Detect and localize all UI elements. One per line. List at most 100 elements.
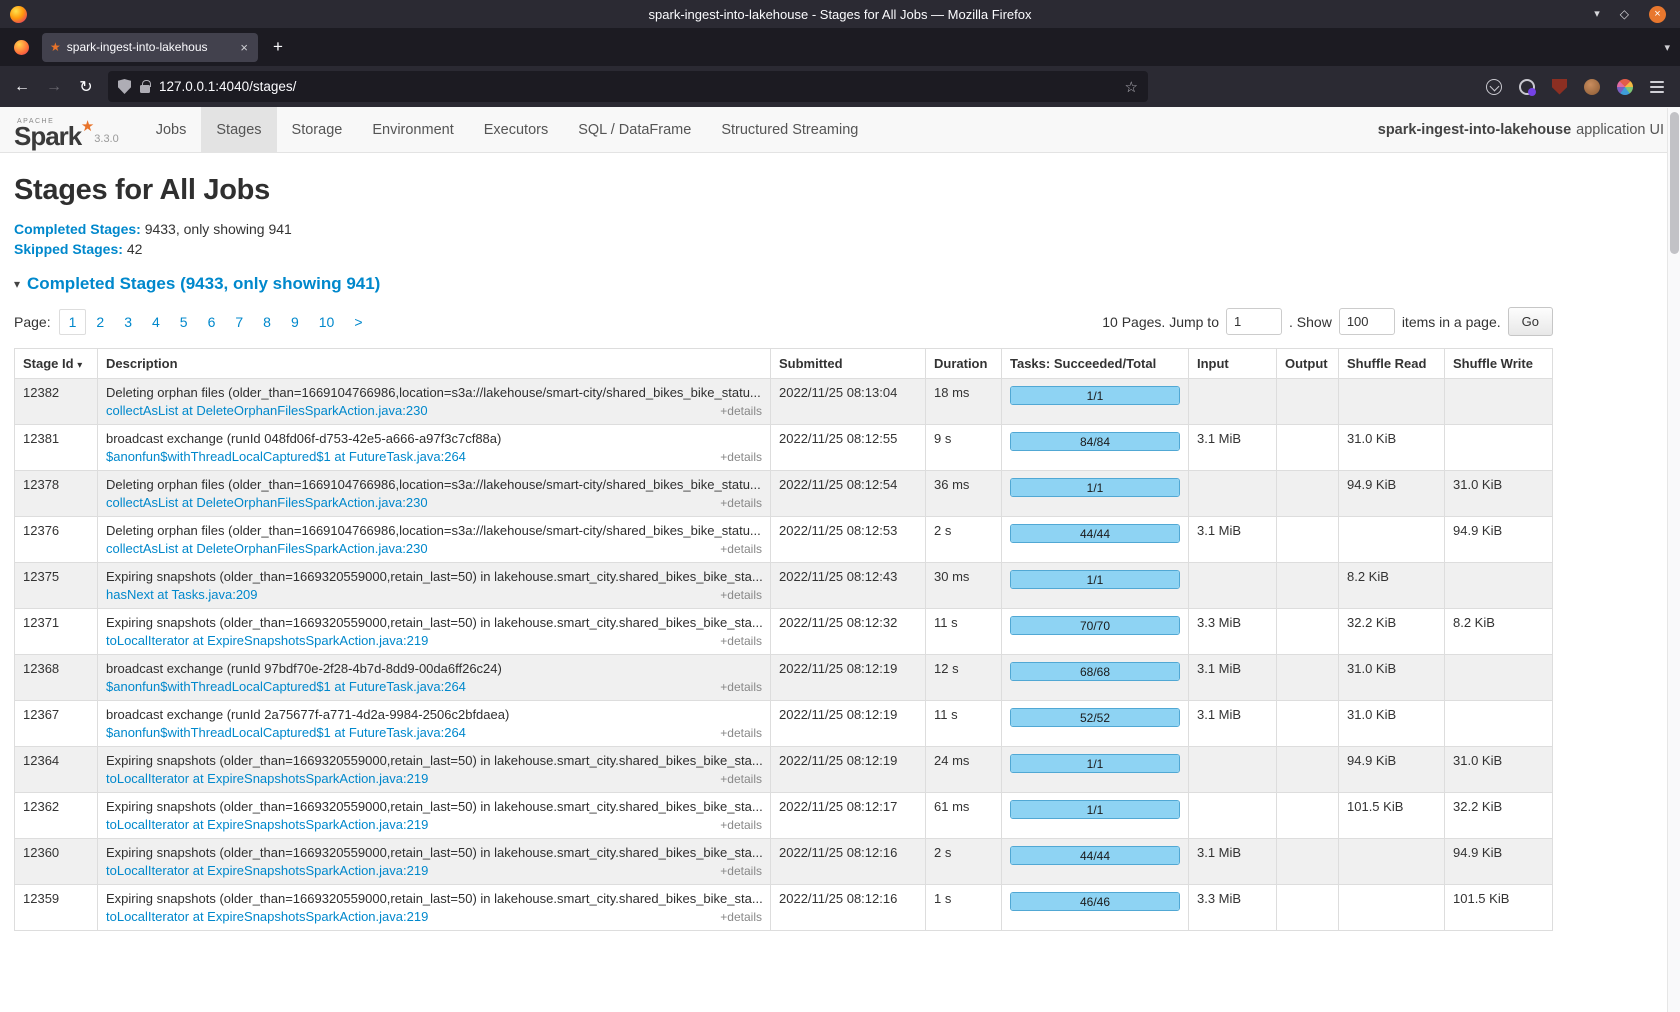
window-minimize-button[interactable]: ▾ xyxy=(1594,9,1600,20)
forward-button[interactable]: → xyxy=(38,72,70,102)
task-progress-bar: 44/44 xyxy=(1010,846,1180,865)
shuffle-write-cell: 101.5 KiB xyxy=(1445,885,1553,931)
bookmark-star-icon[interactable]: ☆ xyxy=(1125,78,1138,96)
page-number-6[interactable]: 6 xyxy=(198,309,226,335)
completed-stages-section-toggle[interactable]: ▾ Completed Stages (9433, only showing 9… xyxy=(14,274,1666,294)
duration-cell: 1 s xyxy=(926,885,1002,931)
stage-callsite-link[interactable]: collectAsList at DeleteOrphanFilesSparkA… xyxy=(106,403,428,418)
stage-callsite-link[interactable]: toLocalIterator at ExpireSnapshotsSparkA… xyxy=(106,909,428,924)
header-duration[interactable]: Duration xyxy=(926,349,1002,379)
items-per-page-input[interactable] xyxy=(1339,308,1395,335)
scrollbar-thumb[interactable] xyxy=(1670,112,1679,254)
completed-stages-link[interactable]: Completed Stages: xyxy=(14,221,141,237)
stage-callsite-link[interactable]: toLocalIterator at ExpireSnapshotsSparkA… xyxy=(106,771,428,786)
ublock-shield-icon[interactable] xyxy=(1552,79,1567,95)
account-icon[interactable] xyxy=(1519,79,1535,95)
stage-callsite-link[interactable]: $anonfun$withThreadLocalCaptured$1 at Fu… xyxy=(106,449,466,464)
details-toggle[interactable]: +details xyxy=(720,450,762,464)
browser-tab[interactable]: ★ spark-ingest-into-lakehous × xyxy=(42,33,258,62)
skipped-stages-link[interactable]: Skipped Stages: xyxy=(14,241,123,257)
details-toggle[interactable]: +details xyxy=(720,864,762,878)
details-toggle[interactable]: +details xyxy=(720,542,762,556)
spark-logo[interactable]: APACHE Spark ★ 3.3.0 xyxy=(0,107,141,152)
header-description[interactable]: Description xyxy=(98,349,771,379)
tasks-cell: 52/52 xyxy=(1002,701,1189,747)
page-number-1[interactable]: 1 xyxy=(59,309,87,335)
page-number-8[interactable]: 8 xyxy=(253,309,281,335)
nav-tab-jobs[interactable]: Jobs xyxy=(141,107,202,152)
stage-callsite-link[interactable]: hasNext at Tasks.java:209 xyxy=(106,587,258,602)
stage-callsite-link[interactable]: collectAsList at DeleteOrphanFilesSparkA… xyxy=(106,541,428,556)
details-toggle[interactable]: +details xyxy=(720,588,762,602)
extension-pinwheel-icon[interactable] xyxy=(1617,79,1633,95)
header-input[interactable]: Input xyxy=(1189,349,1277,379)
header-output[interactable]: Output xyxy=(1277,349,1339,379)
shuffle-write-cell: 31.0 KiB xyxy=(1445,471,1553,517)
new-tab-button[interactable]: + xyxy=(264,33,292,61)
nav-tab-stages[interactable]: Stages xyxy=(201,107,276,152)
details-toggle[interactable]: +details xyxy=(720,772,762,786)
details-toggle[interactable]: +details xyxy=(720,910,762,924)
page-number-9[interactable]: 9 xyxy=(281,309,309,335)
stage-callsite-link[interactable]: $anonfun$withThreadLocalCaptured$1 at Fu… xyxy=(106,725,466,740)
stage-callsite-link[interactable]: $anonfun$withThreadLocalCaptured$1 at Fu… xyxy=(106,679,466,694)
url-bar[interactable]: 127.0.0.1:4040/stages/ ☆ xyxy=(108,71,1148,102)
shuffle-read-cell xyxy=(1339,839,1445,885)
submitted-cell: 2022/11/25 08:12:43 xyxy=(771,563,926,609)
nav-tab-sql-dataframe[interactable]: SQL / DataFrame xyxy=(563,107,706,152)
back-button[interactable]: ← xyxy=(6,72,38,102)
description-cell: Expiring snapshots (older_than=166932055… xyxy=(98,839,771,885)
description-cell: Deleting orphan files (older_than=166910… xyxy=(98,517,771,563)
header-shuffle-write[interactable]: Shuffle Write xyxy=(1445,349,1553,379)
stage-callsite-link[interactable]: collectAsList at DeleteOrphanFilesSparkA… xyxy=(106,495,428,510)
page-number-10[interactable]: 10 xyxy=(309,309,345,335)
stage-id-cell: 12360 xyxy=(15,839,98,885)
connection-lock-icon[interactable] xyxy=(140,85,150,93)
header-stage-id[interactable]: Stage Id ▾ xyxy=(15,349,98,379)
header-tasks[interactable]: Tasks: Succeeded/Total xyxy=(1002,349,1189,379)
details-toggle[interactable]: +details xyxy=(720,818,762,832)
stage-description: Expiring snapshots (older_than=166932055… xyxy=(106,891,762,906)
firefox-view-button[interactable] xyxy=(8,34,34,60)
page-number-4[interactable]: 4 xyxy=(142,309,170,335)
details-toggle[interactable]: +details xyxy=(720,404,762,418)
page-scrollbar[interactable] xyxy=(1667,108,1680,1012)
jump-to-page-input[interactable] xyxy=(1226,308,1282,335)
description-cell: Deleting orphan files (older_than=166910… xyxy=(98,379,771,425)
header-submitted[interactable]: Submitted xyxy=(771,349,926,379)
stage-callsite-link[interactable]: toLocalIterator at ExpireSnapshotsSparkA… xyxy=(106,633,428,648)
window-close-button[interactable]: × xyxy=(1649,6,1666,23)
details-toggle[interactable]: +details xyxy=(720,634,762,648)
tracking-protection-shield-icon[interactable] xyxy=(118,79,131,94)
details-toggle[interactable]: +details xyxy=(720,726,762,740)
pocket-icon[interactable] xyxy=(1486,79,1502,95)
menu-button[interactable] xyxy=(1650,81,1664,93)
url-text[interactable]: 127.0.0.1:4040/stages/ xyxy=(159,79,1116,94)
nav-tab-storage[interactable]: Storage xyxy=(277,107,358,152)
nav-tab-environment[interactable]: Environment xyxy=(357,107,468,152)
stage-callsite-link[interactable]: toLocalIterator at ExpireSnapshotsSparkA… xyxy=(106,817,428,832)
details-toggle[interactable]: +details xyxy=(720,496,762,510)
task-progress-bar: 1/1 xyxy=(1010,386,1180,405)
go-button[interactable]: Go xyxy=(1508,307,1553,336)
page-next-button[interactable]: > xyxy=(344,309,372,335)
page-number-2[interactable]: 2 xyxy=(86,309,114,335)
window-maximize-button[interactable]: ◇ xyxy=(1620,8,1629,20)
page-number-7[interactable]: 7 xyxy=(225,309,253,335)
output-cell xyxy=(1277,747,1339,793)
reload-button[interactable]: ↻ xyxy=(70,72,102,102)
nav-tab-executors[interactable]: Executors xyxy=(469,107,563,152)
header-shuffle-read[interactable]: Shuffle Read xyxy=(1339,349,1445,379)
profile-avatar-icon[interactable] xyxy=(1584,79,1600,95)
stage-callsite-link[interactable]: toLocalIterator at ExpireSnapshotsSparkA… xyxy=(106,863,428,878)
submitted-cell: 2022/11/25 08:12:16 xyxy=(771,885,926,931)
tab-close-icon[interactable]: × xyxy=(238,39,250,56)
nav-tab-structured-streaming[interactable]: Structured Streaming xyxy=(706,107,873,152)
details-toggle[interactable]: +details xyxy=(720,680,762,694)
page-number-3[interactable]: 3 xyxy=(114,309,142,335)
list-all-tabs-button[interactable]: ▾ xyxy=(1664,41,1670,54)
navigation-toolbar: ← → ↻ 127.0.0.1:4040/stages/ ☆ xyxy=(0,66,1680,107)
stage-row: 12362 Expiring snapshots (older_than=166… xyxy=(15,793,1553,839)
page-number-5[interactable]: 5 xyxy=(170,309,198,335)
stage-row: 12360 Expiring snapshots (older_than=166… xyxy=(15,839,1553,885)
